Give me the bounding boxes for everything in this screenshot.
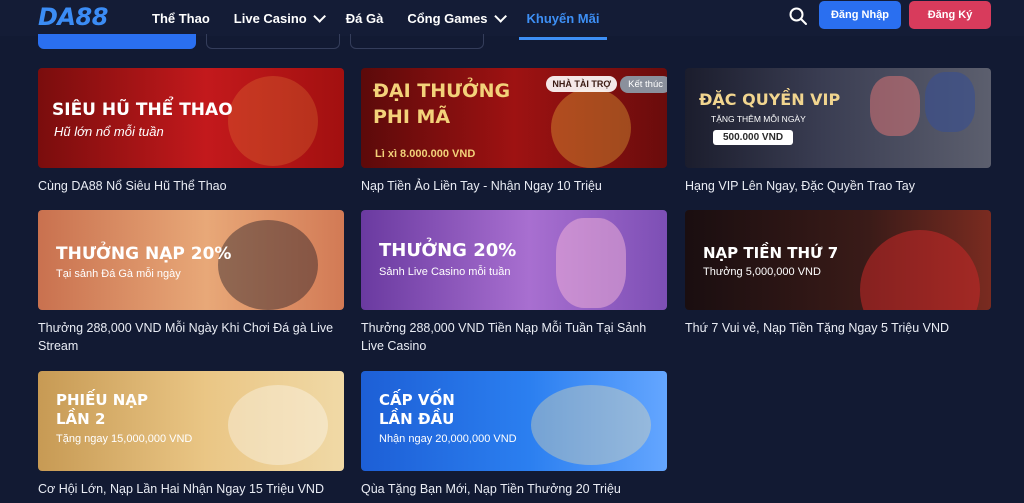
- promo-banner[interactable]: ĐẠI THƯỞNG PHI MÃ Lì xì 8.000.000 VND NH…: [361, 68, 667, 168]
- promo-caption[interactable]: Thứ 7 Vui vẻ, Nạp Tiền Tặng Ngay 5 Triệu…: [685, 319, 991, 337]
- banner-subtitle: Tặng ngay 15,000,000 VND: [56, 433, 193, 445]
- nav-label: Thể Thao: [152, 10, 210, 26]
- promo-card[interactable]: ĐẠI THƯỞNG PHI MÃ Lì xì 8.000.000 VND NH…: [361, 68, 667, 195]
- top-nav-bar: DA88 Thể Thao Live Casino Đá Gà Cổng Gam…: [0, 0, 1024, 40]
- banner-title: NẠP TIỀN THỨ 7: [703, 244, 839, 262]
- nav-item-da-ga[interactable]: Đá Gà: [346, 0, 384, 36]
- login-button[interactable]: Đăng Nhập: [819, 1, 901, 29]
- promo-card[interactable]: SIÊU HŨ THỂ THAO Hũ lớn nổ mỗi tuần Cùng…: [38, 68, 344, 195]
- status-badge: Kết thúc: [620, 76, 667, 93]
- promo-banner[interactable]: THƯỞNG 20% Sảnh Live Casino mỗi tuần: [361, 210, 667, 310]
- sponsor-tag: NHÀ TÀI TRỢ: [546, 76, 617, 92]
- nav-label: Live Casino: [233, 10, 307, 26]
- nav-label: Đá Gà: [345, 10, 384, 26]
- promo-caption[interactable]: Hạng VIP Lên Ngay, Đặc Quyền Trao Tay: [685, 177, 991, 195]
- nav-item-cong-games[interactable]: Cổng Games: [407, 0, 507, 36]
- promo-card[interactable]: PHIẾU NẠP LẦN 2 Tặng ngay 15,000,000 VND…: [38, 371, 344, 498]
- banner-subtitle: TẶNG THÊM MỖI NGÀY: [711, 114, 806, 124]
- promo-caption[interactable]: Qùa Tặng Bạn Mới, Nạp Tiền Thưởng 20 Tri…: [361, 480, 667, 498]
- banner-title: THƯỞNG NẠP 20%: [56, 244, 232, 264]
- promo-card[interactable]: THƯỞNG NẠP 20% Tại sảnh Đá Gà mỗi ngày T…: [38, 210, 344, 355]
- category-tab[interactable]: [206, 34, 340, 49]
- banner-subtitle: Tại sảnh Đá Gà mỗi ngày: [56, 268, 181, 280]
- banner-title: THƯỞNG 20%: [379, 240, 517, 261]
- main-nav: Thể Thao Live Casino Đá Gà Cổng Games Kh…: [152, 0, 623, 40]
- nav-item-the-thao[interactable]: Thể Thao: [152, 0, 210, 36]
- promo-card[interactable]: ĐẶC QUYỀN VIP TẶNG THÊM MỖI NGÀY 500.000…: [685, 68, 991, 195]
- reward-pill: 500.000 VND: [713, 130, 794, 145]
- promo-card[interactable]: THƯỞNG 20% Sảnh Live Casino mỗi tuần Thư…: [361, 210, 667, 355]
- promo-caption[interactable]: Thưởng 288,000 VND Tiền Nạp Mỗi Tuần Tại…: [361, 319, 667, 355]
- banner-subtitle: Sảnh Live Casino mỗi tuần: [379, 266, 511, 278]
- promo-banner[interactable]: CẤP VỐN LẦN ĐẦU Nhận ngay 20,000,000 VND: [361, 371, 667, 471]
- search-icon[interactable]: [788, 6, 808, 26]
- banner-subtitle: Lì xì 8.000.000 VND: [375, 148, 476, 160]
- banner-title: ĐẠI THƯỞNG PHI MÃ: [373, 80, 511, 128]
- banner-title: PHIẾU NẠP LẦN 2: [56, 391, 148, 428]
- banner-subtitle: Nhận ngay 20,000,000 VND: [379, 433, 517, 445]
- banner-subtitle: Thưởng 5,000,000 VND: [703, 266, 821, 278]
- promo-banner[interactable]: SIÊU HŨ THỂ THAO Hũ lớn nổ mỗi tuần: [38, 68, 344, 168]
- register-button[interactable]: Đăng Ký: [909, 1, 991, 29]
- nav-item-khuyen-mai[interactable]: Khuyến Mãi: [518, 0, 608, 40]
- promo-banner[interactable]: THƯỞNG NẠP 20% Tại sảnh Đá Gà mỗi ngày: [38, 210, 344, 310]
- promo-caption[interactable]: Nạp Tiền Ảo Liền Tay - Nhận Ngay 10 Triệ…: [361, 177, 667, 195]
- promo-caption[interactable]: Thưởng 288,000 VND Mỗi Ngày Khi Chơi Đá …: [38, 319, 344, 355]
- nav-label: Cổng Games: [407, 10, 488, 26]
- nav-label: Khuyến Mãi: [526, 10, 600, 26]
- category-tab[interactable]: [350, 34, 484, 49]
- banner-title: CẤP VỐN LẦN ĐẦU: [379, 391, 455, 428]
- banner-subtitle: Hũ lớn nổ mỗi tuần: [54, 124, 164, 139]
- promo-caption[interactable]: Cùng DA88 Nổ Siêu Hũ Thể Thao: [38, 177, 344, 195]
- logo[interactable]: DA88: [38, 3, 108, 31]
- promo-banner[interactable]: NẠP TIỀN THỨ 7 Thưởng 5,000,000 VND: [685, 210, 991, 310]
- chevron-down-icon: [493, 9, 507, 23]
- promo-card[interactable]: NẠP TIỀN THỨ 7 Thưởng 5,000,000 VND Thứ …: [685, 210, 991, 337]
- promo-caption[interactable]: Cơ Hội Lớn, Nạp Lần Hai Nhận Ngay 15 Tri…: [38, 480, 344, 498]
- chevron-down-icon: [313, 9, 326, 23]
- nav-item-live-casino[interactable]: Live Casino: [233, 0, 326, 36]
- category-tab[interactable]: [38, 34, 196, 49]
- banner-title: ĐẶC QUYỀN VIP: [699, 90, 841, 109]
- promo-card[interactable]: CẤP VỐN LẦN ĐẦU Nhận ngay 20,000,000 VND…: [361, 371, 667, 498]
- promo-banner[interactable]: PHIẾU NẠP LẦN 2 Tặng ngay 15,000,000 VND: [38, 371, 344, 471]
- banner-title: SIÊU HŨ THỂ THAO: [52, 100, 233, 120]
- promo-banner[interactable]: ĐẶC QUYỀN VIP TẶNG THÊM MỖI NGÀY 500.000…: [685, 68, 991, 168]
